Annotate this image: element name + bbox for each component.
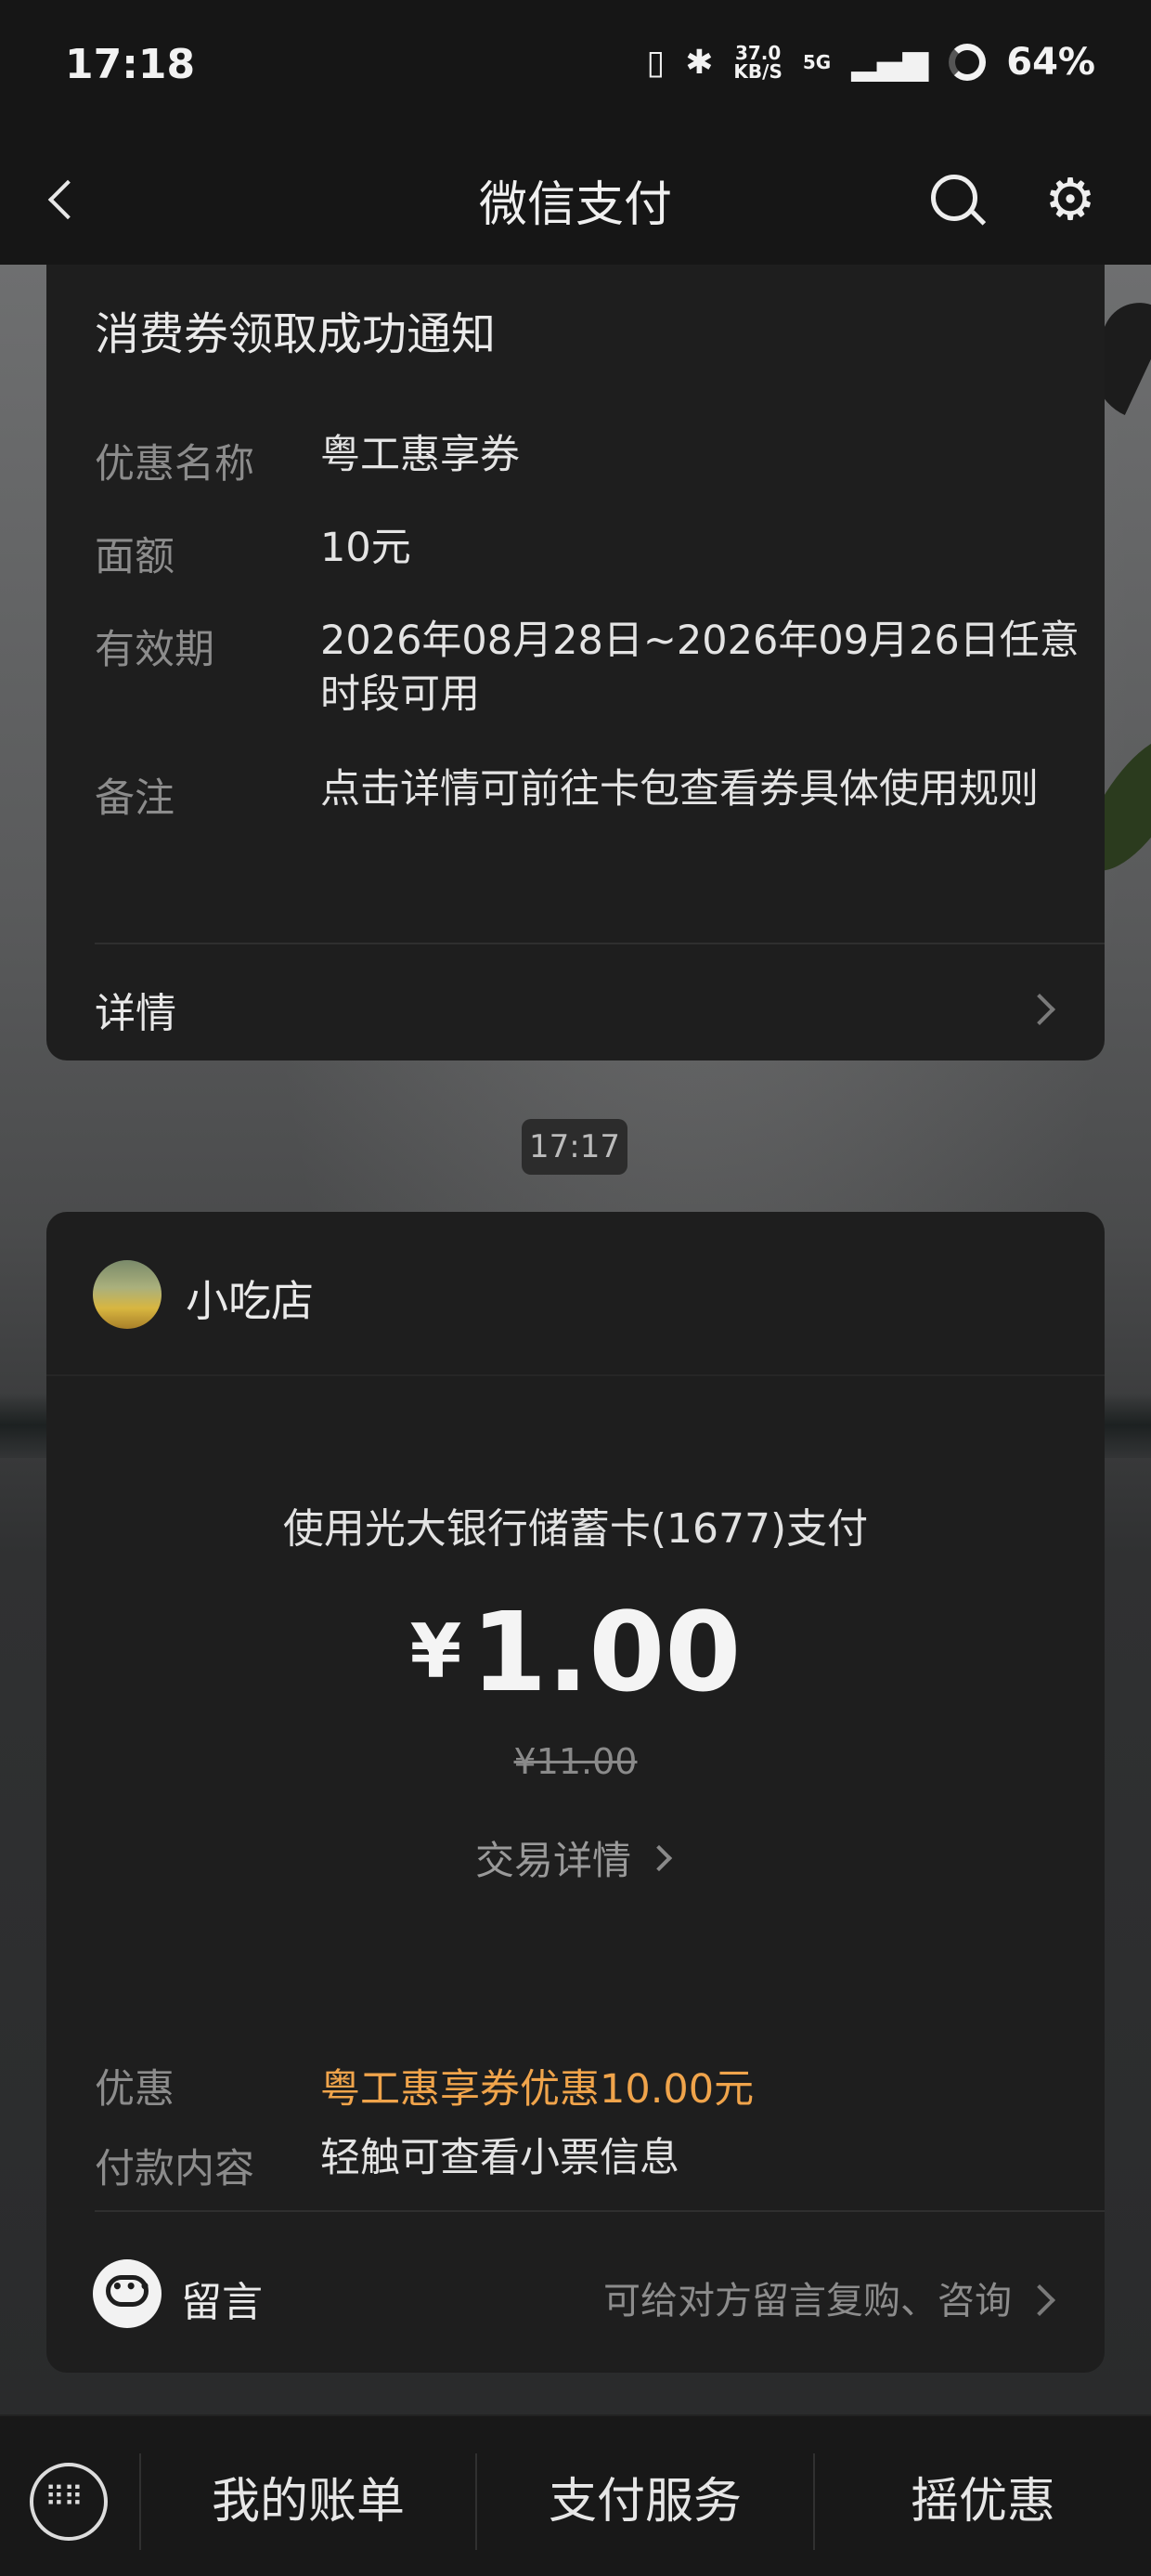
discount-label: 优惠 bbox=[95, 2066, 175, 2113]
transaction-detail-label: 交易详情 bbox=[475, 1838, 632, 1883]
pay-method: 使用光大银行储蓄卡(1677)支付 bbox=[282, 1505, 869, 1553]
net-speed-value: 37.0 bbox=[734, 42, 782, 64]
keyboard-icon[interactable] bbox=[30, 2463, 108, 2541]
chevron-right-icon bbox=[1024, 994, 1055, 1025]
payment-notification-card[interactable]: 小吃店 使用光大银行储蓄卡(1677)支付 ¥1.00 ¥11.00 交易详情 … bbox=[46, 1212, 1105, 2373]
payment-amount: ¥1.00 bbox=[46, 1588, 1105, 1716]
coupon-detail-link[interactable]: 详情 bbox=[95, 980, 176, 1039]
field-value-face-value: 10元 bbox=[320, 525, 411, 571]
tab-shake-offers[interactable]: 摇优惠 bbox=[815, 2463, 1151, 2541]
coupon-notification-card: 消费券领取成功通知 优惠名称 粤工惠享券 面额 10元 有效期 2026年08月… bbox=[46, 265, 1105, 1060]
status-icons: ▯ ✱ 37.0 KB/S 5G ▂▄▆ 64% bbox=[646, 41, 1095, 84]
field-value-coupon-name: 粤工惠享券 bbox=[320, 432, 520, 478]
nav-bar: 微信支付 ⚙ bbox=[0, 139, 1151, 265]
field-value-validity: 2026年08月28日~2026年09月26日任意时段可用 bbox=[320, 618, 1080, 718]
payment-content-label: 付款内容 bbox=[95, 2146, 254, 2192]
merchant-avatar[interactable] bbox=[93, 1260, 162, 1329]
tab-my-bills[interactable]: 我的账单 bbox=[141, 2463, 475, 2541]
divider bbox=[95, 943, 1105, 944]
discount-value: 粤工惠享券优惠10.00元 bbox=[320, 2066, 755, 2113]
gear-icon[interactable]: ⚙ bbox=[1040, 169, 1101, 230]
chevron-right-icon bbox=[1024, 2284, 1055, 2316]
battery-icon bbox=[949, 44, 987, 81]
divider bbox=[95, 2210, 1105, 2212]
coupon-card-title: 消费券领取成功通知 bbox=[95, 308, 497, 360]
tab-payment-services[interactable]: 支付服务 bbox=[477, 2463, 813, 2541]
status-time: 17:18 bbox=[65, 41, 196, 88]
message-bubble-icon bbox=[93, 2259, 162, 2328]
transaction-detail-link[interactable]: 交易详情 bbox=[475, 1829, 631, 1886]
field-label-coupon-name: 优惠名称 bbox=[95, 441, 254, 488]
amount-value: 1.00 bbox=[471, 1588, 742, 1716]
original-amount: ¥11.00 bbox=[513, 1741, 638, 1782]
merchant-name[interactable]: 小吃店 bbox=[186, 1268, 314, 1329]
bluetooth-icon: ✱ bbox=[685, 43, 714, 82]
signal-icon: ▂▄▆ bbox=[851, 43, 929, 82]
network-type: 5G bbox=[802, 51, 832, 73]
field-label-remark: 备注 bbox=[95, 775, 175, 822]
search-icon[interactable] bbox=[924, 167, 989, 232]
bottom-menu-bar: 我的账单 支付服务 摇优惠 bbox=[0, 2414, 1151, 2576]
net-speed: 37.0 KB/S bbox=[733, 44, 782, 81]
payment-content-value[interactable]: 轻触可查看小票信息 bbox=[320, 2131, 1081, 2185]
chevron-right-icon bbox=[645, 1844, 673, 1872]
net-speed-unit: KB/S bbox=[733, 60, 782, 83]
status-bar: 17:18 ▯ ✱ 37.0 KB/S 5G ▂▄▆ 64% bbox=[0, 0, 1151, 139]
divider bbox=[46, 1374, 1105, 1376]
field-label-validity: 有效期 bbox=[95, 627, 214, 673]
message-button[interactable]: 留言 bbox=[181, 2269, 263, 2328]
battery-level: 64% bbox=[1006, 41, 1095, 84]
field-label-face-value: 面额 bbox=[95, 534, 175, 580]
field-value-remark: 点击详情可前往卡包查看券具体使用规则 bbox=[320, 766, 1039, 813]
currency-symbol: ¥ bbox=[409, 1608, 462, 1695]
message-hint[interactable]: 可给对方留言复购、咨询 bbox=[603, 2270, 1012, 2324]
message-timestamp: 17:17 bbox=[522, 1119, 627, 1175]
vibrate-icon: ▯ bbox=[646, 43, 666, 82]
